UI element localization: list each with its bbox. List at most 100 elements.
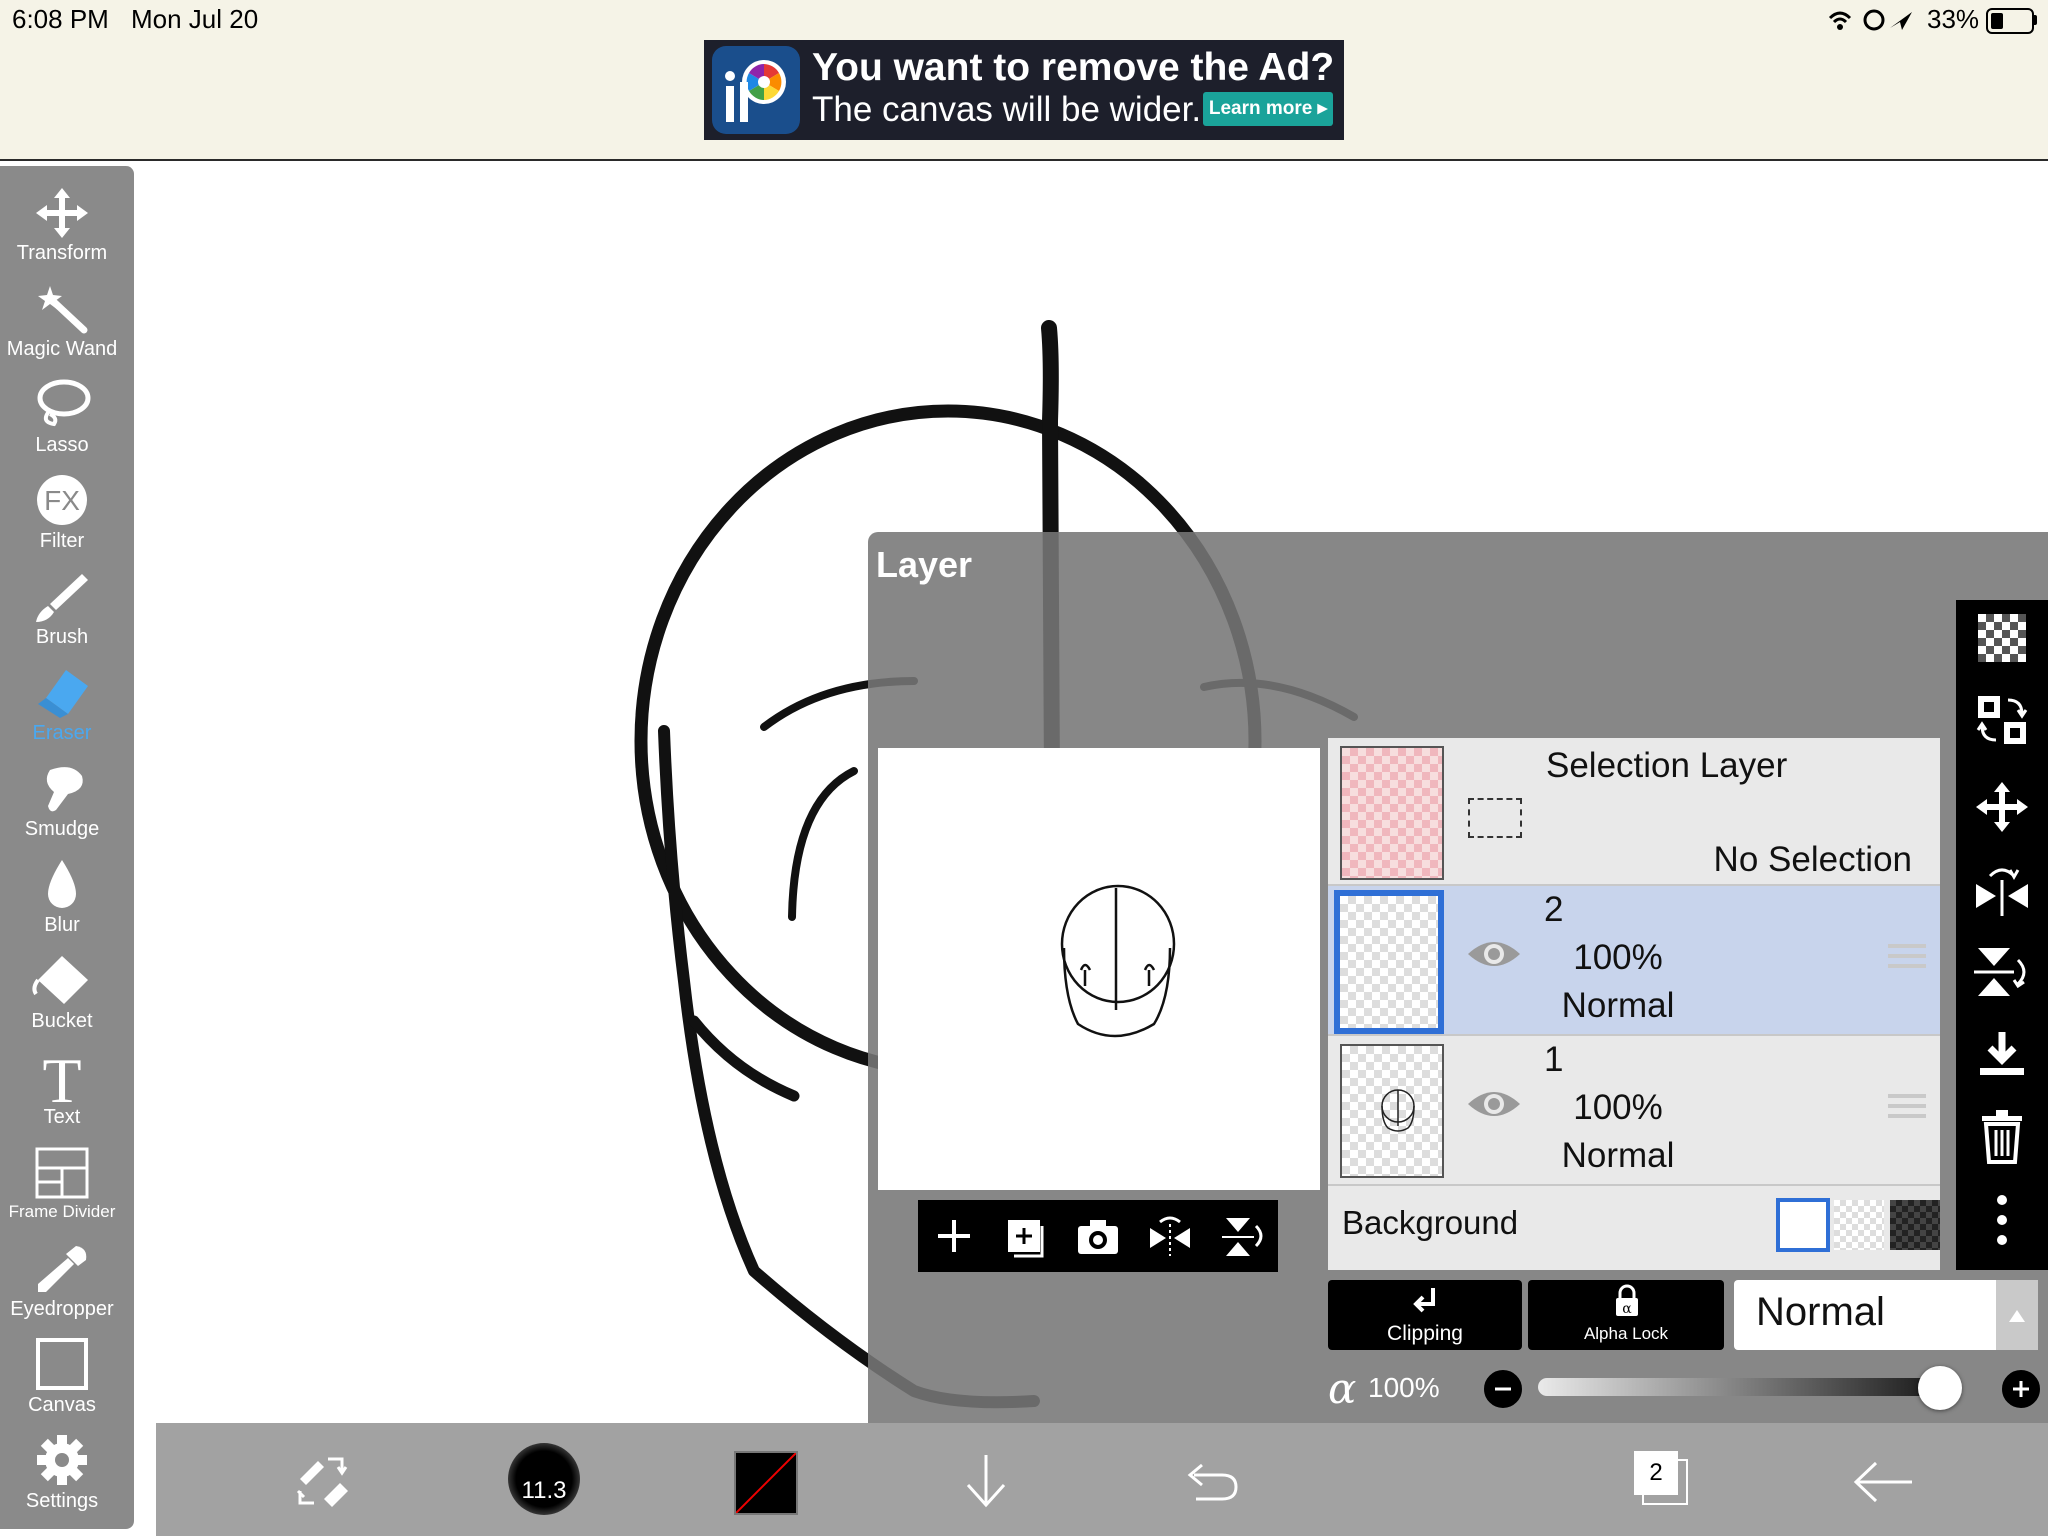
tool-bucket[interactable]: Bucket (0, 948, 124, 1044)
magic-wand-icon (38, 286, 88, 334)
tool-label: Eraser (32, 722, 92, 744)
arrow-down-icon[interactable] (958, 1453, 1014, 1509)
flip-horizontal-icon (1150, 1216, 1190, 1256)
blend-mode-select[interactable]: Normal (1734, 1280, 2038, 1350)
eye-icon[interactable] (1466, 936, 1522, 972)
opacity-value: 100% (1368, 1372, 1440, 1403)
color-swatch-preview (736, 1453, 796, 1513)
tool-label: Brush (35, 626, 89, 648)
plus-icon (938, 1220, 970, 1252)
gear-icon (37, 1435, 87, 1485)
tool-brush[interactable]: Brush (0, 564, 124, 660)
opacity-slider-track[interactable] (1538, 1378, 1954, 1396)
add-image-layer-icon (1008, 1220, 1044, 1258)
drag-handle-icon[interactable] (1888, 944, 1926, 970)
status-time: 6:08 PM (12, 4, 109, 34)
flip-vertical-icon[interactable] (1972, 944, 2032, 1000)
top-bar: 6:08 PM Mon Jul 20 33% You want to remov… (0, 0, 2048, 161)
merge-down-icon[interactable] (1972, 1028, 2032, 1084)
layer-name: 1 (1544, 1040, 1564, 1079)
tool-text[interactable]: T Text (0, 1044, 124, 1140)
more-options-icon[interactable] (1972, 1192, 2032, 1248)
tool-settings[interactable]: Settings (0, 1428, 124, 1524)
opacity-increase-button[interactable] (2000, 1368, 2042, 1410)
tool-label: Magic Wand (6, 338, 118, 360)
clipping-button[interactable]: Clipping (1328, 1280, 1522, 1350)
battery-icon (1986, 8, 2034, 34)
opacity-decrease-button[interactable] (1482, 1368, 1524, 1410)
camera-button[interactable] (1074, 1212, 1122, 1260)
drop-icon (48, 860, 76, 908)
flip-vertical-icon (1222, 1218, 1263, 1256)
undo-icon[interactable] (1182, 1457, 1242, 1507)
frame-divider-icon (35, 1147, 89, 1199)
selection-layer-row[interactable]: Selection Layer No Selection (1328, 738, 1940, 886)
eyedropper-icon (38, 1246, 87, 1292)
brush-size-value: 11.3 (521, 1477, 567, 1504)
opacity-control: α 100% (1328, 1360, 2048, 1416)
quick-tool-switch-icon[interactable] (294, 1453, 354, 1509)
ad-title: You want to remove the Ad? (812, 46, 1335, 89)
flip-horizontal-icon[interactable] (1972, 862, 2032, 918)
layer-tools-strip (1956, 600, 2048, 1270)
clipping-arrow-icon (1413, 1288, 1435, 1313)
move-to-layer-icon[interactable] (1972, 692, 2032, 748)
layer-opacity: 100% (1573, 1088, 1663, 1127)
drag-handle-icon[interactable] (1888, 1094, 1926, 1120)
selection-marquee-icon (1468, 798, 1522, 838)
flip-vertical-button[interactable] (1218, 1212, 1266, 1260)
layer-count-badge: 2 (1634, 1451, 1678, 1495)
bottom-toolbar: 11.3 2 (156, 1423, 2048, 1536)
ad-banner[interactable]: You want to remove the Ad? The canvas wi… (704, 40, 1344, 140)
checkerboard-icon[interactable] (1978, 614, 2026, 662)
battery-tip (2033, 15, 2037, 25)
selection-layer-thumbnail (1340, 746, 1444, 880)
blend-mode-arrow-button[interactable] (1996, 1280, 2038, 1350)
fx-icon: FX (37, 475, 87, 525)
layer-thumbnail (1340, 1044, 1444, 1178)
tool-eyedropper[interactable]: Eyedropper (0, 1236, 124, 1332)
back-arrow-icon[interactable] (1852, 1457, 1916, 1507)
trash-icon[interactable] (1972, 1108, 2032, 1164)
background-dark-swatch[interactable] (1890, 1200, 1940, 1250)
ad-learn-more-button[interactable]: Learn more ▸ (1203, 92, 1333, 126)
layer-row[interactable]: 2 100% Normal (1328, 886, 1940, 1036)
tool-frame-divider[interactable]: Frame Divider (0, 1140, 124, 1236)
selection-layer-status: No Selection (1713, 840, 1912, 879)
tool-canvas[interactable]: Canvas (0, 1332, 124, 1428)
add-photo-layer-button[interactable] (1002, 1212, 1050, 1260)
layer-name: 2 (1544, 890, 1564, 929)
tool-transform[interactable]: Transform (0, 180, 124, 276)
tool-magic-wand[interactable]: Magic Wand (0, 276, 124, 372)
tool-label: Lasso (35, 434, 89, 456)
tool-eraser[interactable]: Eraser (0, 660, 124, 756)
lasso-icon (37, 379, 91, 427)
brush-size-button[interactable]: 11.3 (508, 1443, 580, 1515)
tool-smudge[interactable]: Smudge (0, 756, 124, 852)
color-swatch-button[interactable] (734, 1451, 798, 1515)
tool-label: Smudge (24, 818, 100, 840)
alpha-symbol: α (1328, 1364, 1357, 1413)
tool-label: Settings (25, 1490, 99, 1512)
svg-text:FX: FX (44, 485, 80, 516)
tool-label: Text (43, 1106, 81, 1128)
tool-blur[interactable]: Blur (0, 852, 124, 948)
tool-filter[interactable]: FX Filter (0, 468, 124, 564)
eye-icon[interactable] (1466, 1086, 1522, 1122)
background-white-swatch[interactable] (1776, 1198, 1830, 1252)
text-icon: T (42, 1050, 81, 1104)
canvas-preview[interactable] (878, 748, 1320, 1190)
add-layer-button[interactable] (930, 1212, 978, 1260)
layers-button[interactable]: 2 (1630, 1449, 1694, 1509)
tool-lasso[interactable]: Lasso (0, 372, 124, 468)
preview-sketch (1060, 884, 1176, 1038)
layer-row[interactable]: 1 100% Normal (1328, 1036, 1940, 1186)
background-transparent-swatch[interactable] (1834, 1200, 1884, 1250)
move-arrows-icon[interactable] (1972, 780, 2032, 836)
opacity-slider-thumb[interactable] (1918, 1366, 1962, 1410)
alpha-lock-button[interactable]: α Alpha Lock (1528, 1280, 1724, 1350)
tool-label: Filter (39, 530, 85, 552)
status-icons (1828, 9, 1912, 31)
battery-percent: 33% (1927, 4, 1980, 34)
flip-horizontal-button[interactable] (1146, 1212, 1194, 1260)
